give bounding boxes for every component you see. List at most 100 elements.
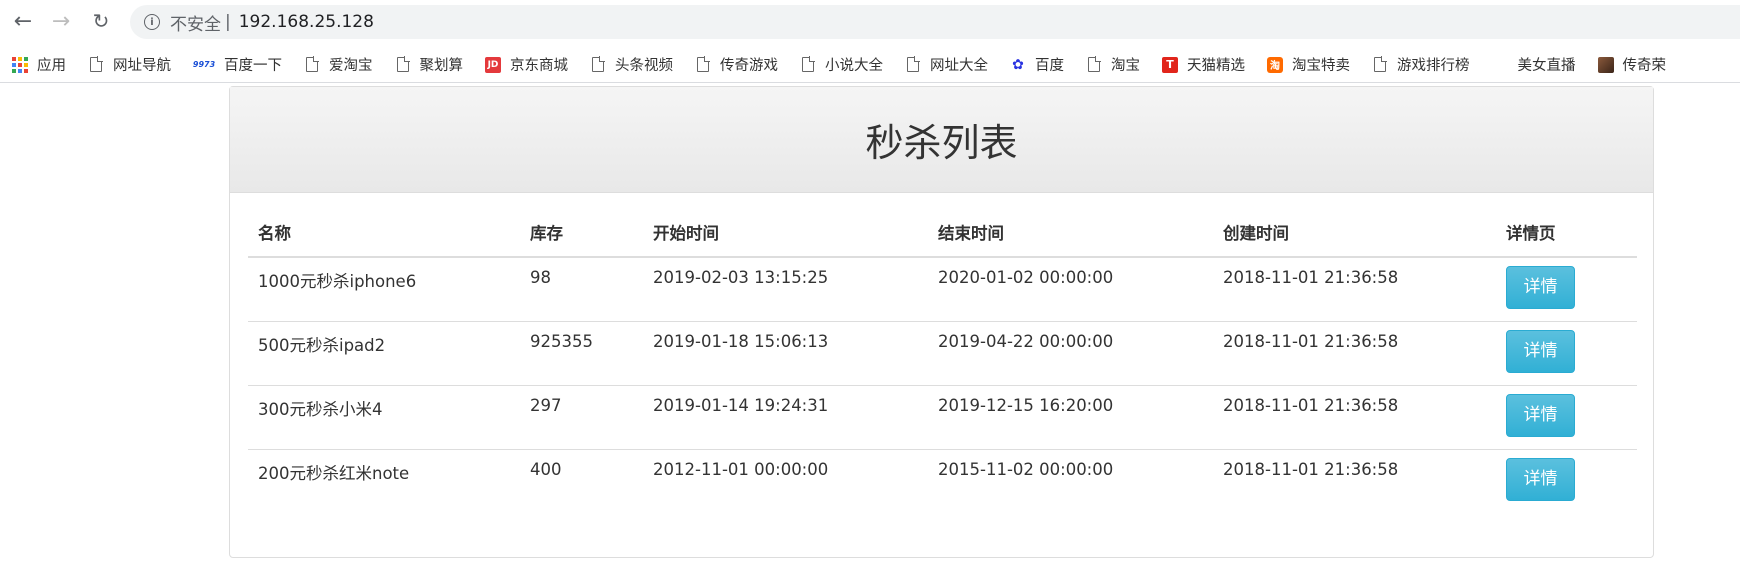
bookmark-label: 百度一下 <box>224 58 282 74</box>
bookmark-item[interactable]: 淘 淘宝特卖 <box>1267 54 1350 75</box>
seckill-panel: 秒杀列表 名称 库存 开始时间 结束时间 创建时间 详情页 1000元秒杀iph… <box>229 86 1654 558</box>
address-bar[interactable]: i 不安全 | 192.168.25.128 <box>130 5 1740 39</box>
bookmark-label: 应用 <box>37 58 66 74</box>
cell-name: 1000元秒杀iphone6 <box>248 257 520 322</box>
cell-stock: 400 <box>530 459 562 479</box>
cell-start-time: 2019-01-18 15:06:13 <box>643 321 928 386</box>
detail-button[interactable]: 详情 <box>1506 393 1575 437</box>
cell-created-time: 2018-11-01 21:36:58 <box>1213 385 1496 450</box>
cell-end-time: 2019-04-22 00:00:00 <box>928 321 1213 386</box>
detail-button[interactable]: 详情 <box>1506 266 1575 309</box>
table-row: 500元秒杀ipad2 925355 2019-01-18 15:06:13 2… <box>248 321 1637 386</box>
file-icon <box>907 56 920 72</box>
bookmark-label: 百度 <box>1035 58 1064 74</box>
column-header-stock: 库存 <box>520 208 643 258</box>
cell-name: 500元秒杀ipad2 <box>248 321 520 386</box>
info-icon[interactable]: i <box>144 14 160 30</box>
9973-icon: 9973 <box>192 60 216 69</box>
bookmark-label: 传奇荣 <box>1622 58 1667 74</box>
file-icon <box>306 56 319 72</box>
insecure-label: 不安全 <box>170 14 221 35</box>
bookmark-label: 小说大全 <box>825 58 883 74</box>
file-icon <box>697 56 710 72</box>
table-header-row: 名称 库存 开始时间 结束时间 创建时间 详情页 <box>248 208 1637 258</box>
cell-detail: 详情 <box>1496 321 1637 386</box>
page-title: 秒杀列表 <box>865 121 1018 165</box>
back-arrow-icon[interactable]: ← <box>10 8 36 34</box>
bookmark-item[interactable]: 爱淘宝 <box>304 54 373 75</box>
cell-start-time: 2019-01-14 19:24:31 <box>643 385 928 450</box>
bookmark-item[interactable]: 美女直播 <box>1518 54 1576 75</box>
reload-icon[interactable]: ↻ <box>88 8 114 34</box>
file-icon <box>1088 56 1101 72</box>
apps-icon <box>12 56 28 73</box>
bookmark-apps[interactable]: 应用 <box>12 54 66 75</box>
bookmarks-bar: 应用 网址导航 9973 百度一下 爱淘宝 聚划算 JD 京东商城 头条视频 传… <box>0 47 1740 83</box>
bookmark-label: 美女直播 <box>1517 58 1576 74</box>
cell-start-time: 2012-11-01 00:00:00 <box>653 459 829 479</box>
file-icon <box>802 56 815 72</box>
table-row: 200元秒杀红米note 400 2012-11-01 00:00:00 201… <box>248 449 1637 513</box>
bookmark-item[interactable]: 传奇游戏 <box>695 54 778 75</box>
cell-start-time: 2019-02-03 13:15:25 <box>643 257 928 322</box>
cell-name: 200元秒杀红米note <box>258 463 410 483</box>
cell-stock: 98 <box>520 257 643 322</box>
cell-created-time: 2018-11-01 21:36:58 <box>1223 459 1399 479</box>
bookmark-label: 淘宝特卖 <box>1292 58 1350 74</box>
cell-created-time: 2018-11-01 21:36:58 <box>1213 257 1496 322</box>
bookmark-label: 头条视频 <box>615 58 673 74</box>
bookmark-label: 爱淘宝 <box>329 58 373 74</box>
bookmark-item[interactable]: 聚划算 <box>395 54 464 75</box>
bookmark-label: 传奇游戏 <box>720 58 778 74</box>
bookmark-item[interactable]: 小说大全 <box>800 54 883 75</box>
bookmark-label: 聚划算 <box>419 58 464 74</box>
bookmark-item[interactable]: JD 京东商城 <box>485 54 568 75</box>
bookmark-label: 天猫精选 <box>1187 58 1245 74</box>
bookmark-label: 京东商城 <box>510 58 568 74</box>
cell-end-time: 2019-12-15 16:20:00 <box>928 385 1213 450</box>
bookmark-label: 淘宝 <box>1111 58 1140 74</box>
bookmark-label: 游戏排行榜 <box>1397 58 1470 74</box>
cell-stock: 297 <box>520 385 643 450</box>
bookmark-label: 网址导航 <box>113 58 171 74</box>
bookmark-item[interactable]: 传奇荣 <box>1597 54 1667 75</box>
bookmark-item[interactable]: ✿ 百度 <box>1010 54 1064 75</box>
url-text[interactable]: 192.168.25.128 <box>239 12 374 32</box>
bookmark-item[interactable]: 淘宝 <box>1086 54 1140 75</box>
bookmark-item[interactable]: 网址导航 <box>88 54 171 75</box>
panel-heading: 秒杀列表 <box>230 87 1653 193</box>
column-header-created-time: 创建时间 <box>1213 208 1496 258</box>
cell-name: 300元秒杀小米4 <box>248 385 520 450</box>
cell-detail: 详情 <box>1496 385 1637 450</box>
file-icon <box>90 56 103 72</box>
column-header-detail: 详情页 <box>1496 208 1637 258</box>
table-row: 1000元秒杀iphone6 98 2019-02-03 13:15:25 20… <box>248 257 1637 322</box>
bookmark-item[interactable]: 网址大全 <box>905 54 988 75</box>
file-icon <box>592 56 605 72</box>
column-header-end-time: 结束时间 <box>928 208 1213 258</box>
forward-arrow-icon[interactable]: → <box>48 8 74 34</box>
bookmark-item[interactable]: 9973 百度一下 <box>193 54 282 75</box>
jd-icon: JD <box>485 56 501 73</box>
detail-button[interactable]: 详情 <box>1506 457 1575 501</box>
cell-stock: 925355 <box>520 321 643 386</box>
cell-end-time: 2020-01-02 00:00:00 <box>928 257 1213 322</box>
column-header-start-time: 开始时间 <box>643 208 928 258</box>
detail-button[interactable]: 详情 <box>1506 329 1575 373</box>
cell-detail: 详情 <box>1496 257 1637 322</box>
cell-end-time: 2015-11-02 00:00:00 <box>938 459 1114 479</box>
taobao-icon: 淘 <box>1267 56 1283 73</box>
avatar-icon <box>1597 56 1614 73</box>
tmall-icon: T <box>1162 56 1178 73</box>
bookmark-item[interactable]: 游戏排行榜 <box>1372 54 1470 75</box>
column-header-name: 名称 <box>248 208 520 258</box>
bookmark-item[interactable]: 头条视频 <box>590 54 673 75</box>
seckill-table: 名称 库存 开始时间 结束时间 创建时间 详情页 1000元秒杀iphone6 … <box>248 208 1637 513</box>
cell-created-time: 2018-11-01 21:36:58 <box>1213 321 1496 386</box>
url-separator: | <box>225 12 231 32</box>
panel-body: 名称 库存 开始时间 结束时间 创建时间 详情页 1000元秒杀iphone6 … <box>230 193 1653 513</box>
bookmark-item[interactable]: T 天猫精选 <box>1162 54 1245 75</box>
file-icon <box>396 56 410 72</box>
cell-detail: 详情 <box>1496 449 1637 513</box>
browser-toolbar: ← → ↻ i 不安全 | 192.168.25.128 <box>0 0 1740 43</box>
